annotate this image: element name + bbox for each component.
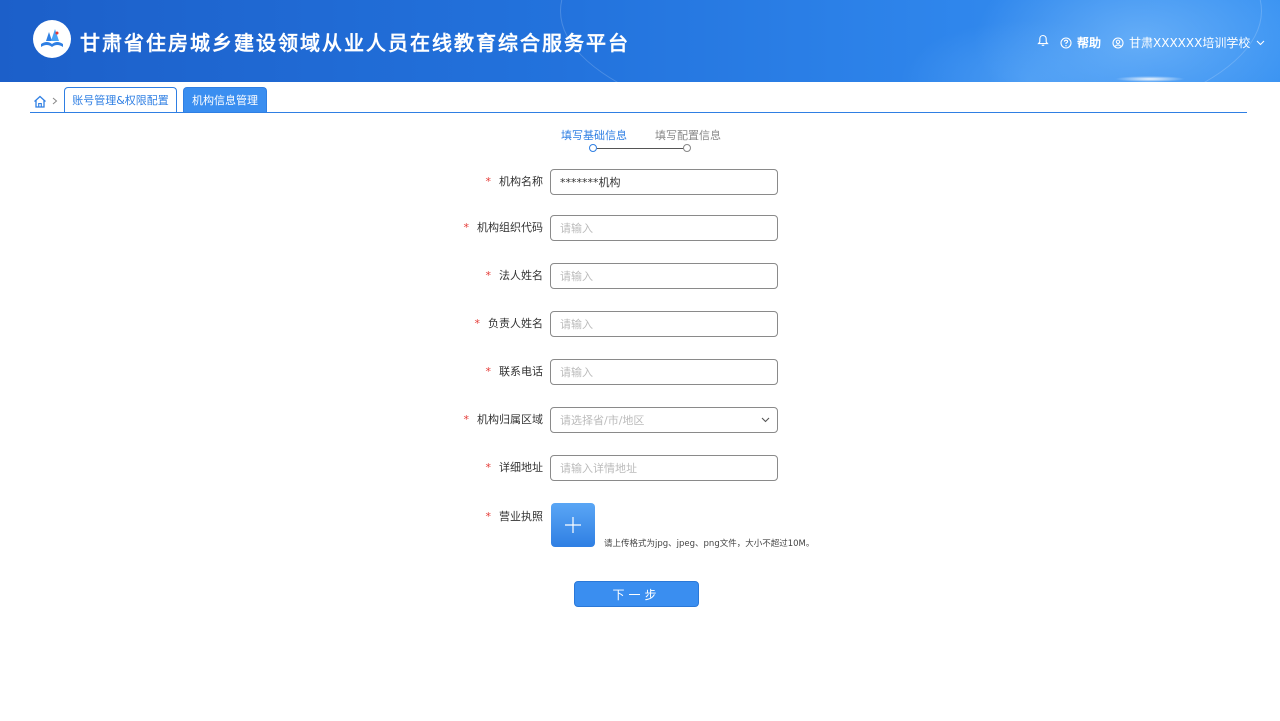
help-link[interactable]: 帮助	[1060, 34, 1101, 51]
header-bar: 甘肃省住房城乡建设领域从业人员在线教育综合服务平台 帮助 甘肃XXXXXX培训学…	[0, 0, 1280, 82]
form-row-phone: * 联系电话 请输入	[0, 359, 1280, 385]
help-label: 帮助	[1077, 36, 1102, 50]
form-row-business-license: * 营业执照	[0, 504, 1280, 530]
phone-input[interactable]: 请输入	[550, 359, 778, 385]
person-in-charge-label: * 负责人姓名	[474, 317, 544, 330]
region-select[interactable]: 请选择省/市/地区	[550, 407, 778, 433]
tab-institution-info[interactable]: 机构信息管理	[183, 87, 267, 112]
address-label: * 详细地址	[485, 461, 544, 474]
form-row-institution-name: * 机构名称 *******机构	[0, 169, 1280, 195]
form-row-org-code: * 机构组织代码 请输入	[0, 215, 1280, 241]
tab-account-permissions[interactable]: 账号管理&权限配置	[64, 87, 177, 112]
header-sparkle	[1115, 76, 1185, 82]
upload-hint: 请上传格式为jpg、jpeg、png文件，大小不超过10M。	[604, 539, 815, 549]
form-row-region: * 机构归属区域 请选择省/市/地区	[0, 407, 1280, 433]
next-step-button[interactable]: 下一步	[574, 581, 699, 607]
region-label: * 机构归属区域	[463, 413, 544, 426]
business-license-label: * 营业执照	[485, 510, 544, 523]
notification-button[interactable]	[1037, 34, 1049, 47]
tab-underline	[30, 112, 1247, 113]
plus-icon	[565, 517, 581, 533]
phone-label: * 联系电话	[485, 365, 544, 378]
user-menu[interactable]: 甘肃XXXXXX培训学校	[1112, 34, 1265, 51]
org-code-label: * 机构组织代码	[463, 221, 544, 234]
institution-name-label: * 机构名称	[485, 175, 544, 188]
step-config-info: 填写配置信息	[655, 129, 721, 142]
bell-icon	[1037, 34, 1049, 47]
upload-license-button[interactable]	[551, 503, 595, 547]
step-connector	[597, 148, 684, 149]
home-icon[interactable]	[33, 95, 47, 108]
chevron-down-icon	[1256, 40, 1265, 45]
form-row-address: * 详细地址 请输入详情地址	[0, 455, 1280, 481]
tab-bar: 账号管理&权限配置 机构信息管理	[30, 86, 1247, 114]
person-in-charge-input[interactable]: 请输入	[550, 311, 778, 337]
form-row-person-in-charge: * 负责人姓名 请输入	[0, 311, 1280, 337]
form-row-legal-person: * 法人姓名 请输入	[0, 263, 1280, 289]
step-config-info-dot	[683, 144, 691, 152]
user-icon	[1112, 36, 1124, 49]
help-icon	[1060, 36, 1072, 49]
legal-person-input[interactable]: 请输入	[550, 263, 778, 289]
region-select-placeholder: 请选择省/市/地区	[560, 414, 645, 427]
address-input[interactable]: 请输入详情地址	[550, 455, 778, 481]
chevron-down-icon	[761, 417, 770, 423]
step-basic-info-dot	[589, 144, 597, 152]
user-name: 甘肃XXXXXX培训学校	[1129, 36, 1251, 50]
institution-name-input[interactable]: *******机构	[550, 169, 778, 195]
site-title: 甘肃省住房城乡建设领域从业人员在线教育综合服务平台	[80, 31, 630, 55]
org-code-input[interactable]: 请输入	[550, 215, 778, 241]
legal-person-label: * 法人姓名	[485, 269, 544, 282]
chevron-right-icon	[52, 97, 58, 105]
logo-icon[interactable]	[33, 20, 71, 58]
step-basic-info: 填写基础信息	[561, 129, 627, 142]
